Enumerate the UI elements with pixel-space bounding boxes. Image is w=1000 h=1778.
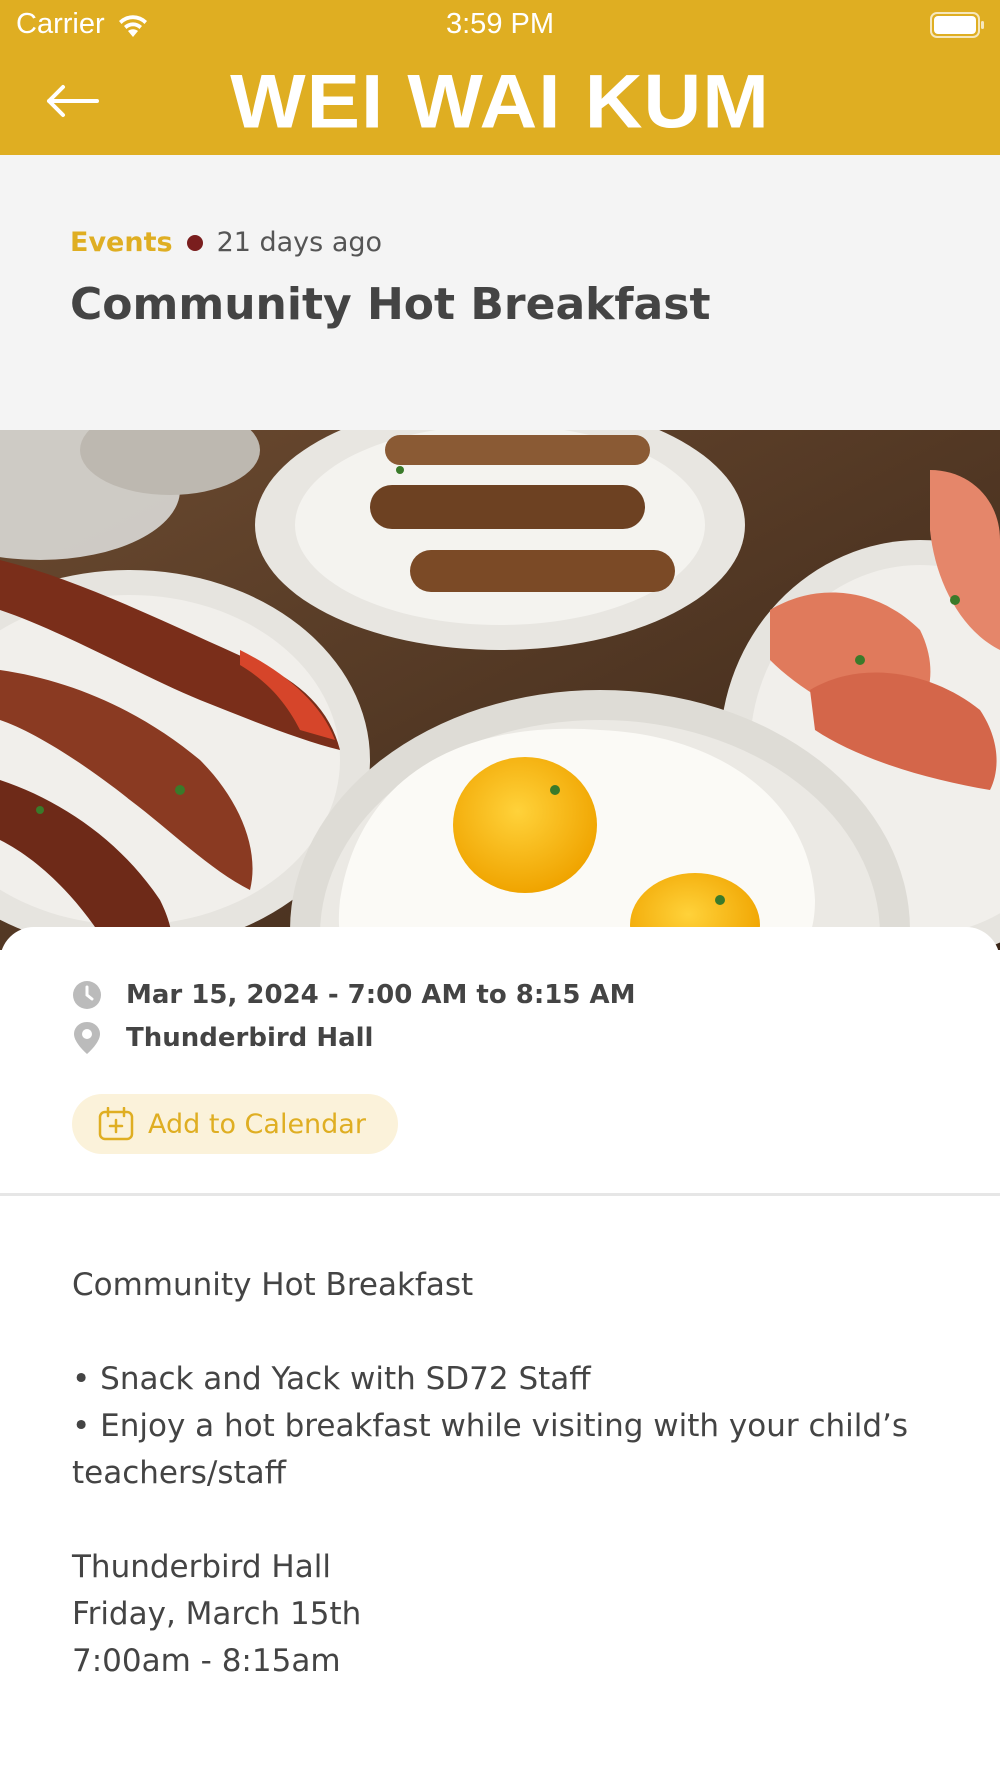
- article-header: Events 21 days ago Community Hot Breakfa…: [0, 155, 1000, 430]
- clock-icon: [73, 981, 101, 1009]
- event-location-row: Thunderbird Hall: [72, 1021, 373, 1055]
- event-datetime-row: Mar 15, 2024 - 7:00 AM to 8:15 AM: [72, 980, 636, 1010]
- calendar-add-icon: [98, 1107, 134, 1141]
- hero-image: [0, 430, 1000, 950]
- add-to-calendar-label: Add to Calendar: [148, 1108, 366, 1140]
- page-title: Community Hot Breakfast: [70, 279, 711, 330]
- location-pin-icon: [74, 1022, 100, 1054]
- status-time: 3:59 PM: [446, 8, 554, 40]
- status-bar: Carrier 3:59 PM: [0, 0, 1000, 50]
- description-date: Friday, March 15th: [72, 1596, 362, 1632]
- section-divider: [0, 1193, 1000, 1196]
- description-heading: Community Hot Breakfast: [72, 1267, 474, 1303]
- description-venue: Thunderbird Hall: [72, 1549, 331, 1585]
- post-age: 21 days ago: [216, 227, 383, 258]
- article-meta: Events 21 days ago: [70, 227, 382, 258]
- description-bullet: • Snack and Yack with SD72 Staff: [72, 1361, 591, 1397]
- description-time: 7:00am - 8:15am: [72, 1643, 341, 1679]
- event-description: Community Hot Breakfast • Snack and Yack…: [72, 1262, 932, 1685]
- category-label[interactable]: Events: [70, 227, 173, 258]
- app-header: Carrier 3:59 PM WEI WAI KUM: [0, 0, 1000, 155]
- battery-icon: [930, 12, 986, 38]
- brand-logo: WEI WAI KUM: [230, 59, 770, 144]
- description-bullet: • Enjoy a hot breakfast while visiting w…: [72, 1408, 909, 1491]
- add-to-calendar-button[interactable]: Add to Calendar: [72, 1094, 398, 1154]
- event-datetime: Mar 15, 2024 - 7:00 AM to 8:15 AM: [126, 980, 636, 1010]
- separator-dot: [186, 234, 203, 251]
- event-location: Thunderbird Hall: [126, 1023, 374, 1053]
- breakfast-photo: [0, 430, 1000, 950]
- event-details-card: Mar 15, 2024 - 7:00 AM to 8:15 AM Thunde…: [0, 927, 1000, 1778]
